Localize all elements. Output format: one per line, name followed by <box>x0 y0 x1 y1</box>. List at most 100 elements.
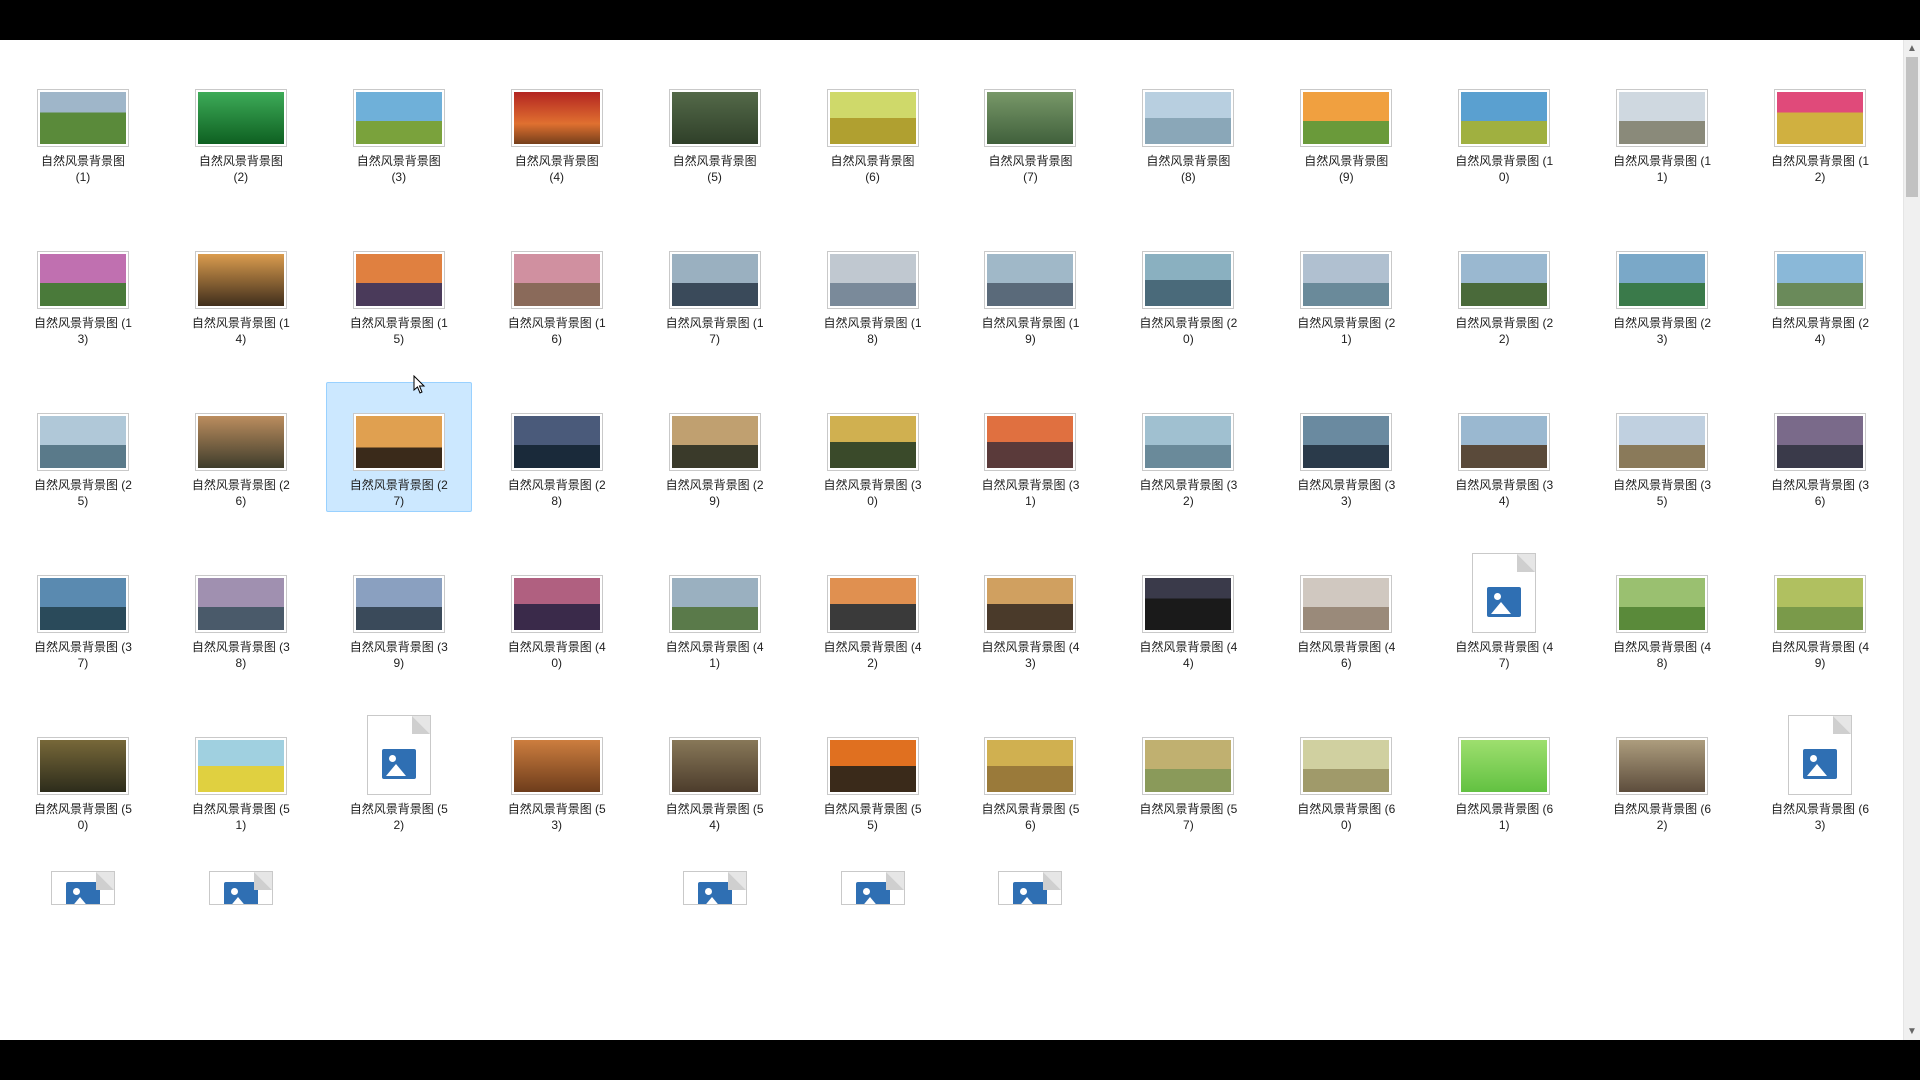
file-item[interactable]: 自然风景背景图 (23) <box>1589 220 1735 350</box>
file-label: 自然风景背景图 (39) <box>349 639 449 671</box>
file-item[interactable]: 自然风景背景图 (27) <box>326 382 472 512</box>
file-item[interactable]: 自然风景背景图 (26) <box>168 382 314 512</box>
file-item[interactable]: 自然风景背景图 (31) <box>958 382 1104 512</box>
thumbnail-image <box>37 575 129 633</box>
file-item[interactable]: 自然风景背景图 (55) <box>800 706 946 836</box>
thumbnail-image <box>984 89 1076 147</box>
file-item[interactable]: 自然风景背景图 (52) <box>326 706 472 836</box>
thumbnail-image <box>827 413 919 471</box>
vertical-scrollbar[interactable]: ▲ ▼ <box>1903 40 1920 1040</box>
file-item[interactable]: 自然风景背景图 (20) <box>1115 220 1261 350</box>
file-item[interactable]: 自然风景背景图 (39) <box>326 544 472 674</box>
file-item[interactable]: 自然风景背景图 (2) <box>168 58 314 188</box>
file-item[interactable]: 自然风景背景图 (7) <box>958 58 1104 188</box>
scrollbar-thumb[interactable] <box>1906 57 1918 197</box>
file-item[interactable]: 自然风景背景图 (44) <box>1115 544 1261 674</box>
file-item[interactable]: 自然风景背景图 (48) <box>1589 544 1735 674</box>
file-item[interactable]: 自然风景背景图 (12) <box>1747 58 1893 188</box>
file-label: 自然风景背景图 (44) <box>1138 639 1238 671</box>
file-item[interactable] <box>958 868 1104 908</box>
file-item[interactable]: 自然风景背景图 (18) <box>800 220 946 350</box>
file-item[interactable]: 自然风景背景图 (30) <box>800 382 946 512</box>
file-item[interactable]: 自然风景背景图 (43) <box>958 544 1104 674</box>
file-item[interactable]: 自然风景背景图 (60) <box>1273 706 1419 836</box>
file-explorer-viewport: 自然风景背景图 (1)自然风景背景图 (2)自然风景背景图 (3)自然风景背景图… <box>0 40 1920 1040</box>
thumbnail-image <box>1616 737 1708 795</box>
file-item[interactable]: 自然风景背景图 (32) <box>1115 382 1261 512</box>
file-item[interactable]: 自然风景背景图 (9) <box>1273 58 1419 188</box>
file-label: 自然风景背景图 (46) <box>1296 639 1396 671</box>
file-item[interactable]: 自然风景背景图 (50) <box>10 706 156 836</box>
file-item[interactable]: 自然风景背景图 (40) <box>484 544 630 674</box>
thumbnail-image <box>827 575 919 633</box>
thumbnail-image <box>1300 737 1392 795</box>
file-item[interactable]: 自然风景背景图 (21) <box>1273 220 1419 350</box>
thumbnail-image <box>1616 89 1708 147</box>
file-item[interactable]: 自然风景背景图 (25) <box>10 382 156 512</box>
file-item[interactable] <box>642 868 788 908</box>
thumbnail-image <box>827 251 919 309</box>
file-item[interactable]: 自然风景背景图 (4) <box>484 58 630 188</box>
file-item[interactable]: 自然风景背景图 (15) <box>326 220 472 350</box>
file-item[interactable]: 自然风景背景图 (49) <box>1747 544 1893 674</box>
file-item[interactable]: 自然风景背景图 (47) <box>1431 544 1577 674</box>
image-file-icon <box>51 871 115 905</box>
thumbnail-pane[interactable]: 自然风景背景图 (1)自然风景背景图 (2)自然风景背景图 (3)自然风景背景图… <box>0 40 1903 1040</box>
file-item[interactable]: 自然风景背景图 (46) <box>1273 544 1419 674</box>
thumbnail-image <box>1300 575 1392 633</box>
file-item[interactable]: 自然风景背景图 (63) <box>1747 706 1893 836</box>
file-label: 自然风景背景图 (57) <box>1138 801 1238 833</box>
file-item[interactable]: 自然风景背景图 (38) <box>168 544 314 674</box>
file-item[interactable]: 自然风景背景图 (5) <box>642 58 788 188</box>
file-item[interactable]: 自然风景背景图 (54) <box>642 706 788 836</box>
file-item[interactable]: 自然风景背景图 (6) <box>800 58 946 188</box>
file-label: 自然风景背景图 (10) <box>1454 153 1554 185</box>
scrollbar-track[interactable] <box>1904 57 1920 1023</box>
scroll-down-button[interactable]: ▼ <box>1904 1023 1920 1040</box>
file-item[interactable]: 自然风景背景图 (29) <box>642 382 788 512</box>
file-item[interactable]: 自然风景背景图 (1) <box>10 58 156 188</box>
file-item[interactable]: 自然风景背景图 (35) <box>1589 382 1735 512</box>
file-item[interactable]: 自然风景背景图 (24) <box>1747 220 1893 350</box>
file-item[interactable]: 自然风景背景图 (56) <box>958 706 1104 836</box>
file-item[interactable]: 自然风景背景图 (3) <box>326 58 472 188</box>
chevron-down-icon: ▼ <box>1907 1026 1917 1037</box>
file-item[interactable]: 自然风景背景图 (51) <box>168 706 314 836</box>
file-item[interactable]: 自然风景背景图 (28) <box>484 382 630 512</box>
file-item[interactable]: 自然风景背景图 (37) <box>10 544 156 674</box>
file-item[interactable]: 自然风景背景图 (34) <box>1431 382 1577 512</box>
picture-icon <box>698 882 732 905</box>
file-item[interactable]: 自然风景背景图 (10) <box>1431 58 1577 188</box>
file-item[interactable]: 自然风景背景图 (19) <box>958 220 1104 350</box>
file-item[interactable]: 自然风景背景图 (53) <box>484 706 630 836</box>
file-item[interactable]: 自然风景背景图 (8) <box>1115 58 1261 188</box>
file-item[interactable]: 自然风景背景图 (13) <box>10 220 156 350</box>
file-item[interactable]: 自然风景背景图 (22) <box>1431 220 1577 350</box>
thumbnail-image <box>669 575 761 633</box>
file-item[interactable]: 自然风景背景图 (41) <box>642 544 788 674</box>
file-item[interactable] <box>10 868 156 908</box>
file-item[interactable]: 自然风景背景图 (11) <box>1589 58 1735 188</box>
file-label: 自然风景背景图 (2) <box>191 153 291 185</box>
file-label: 自然风景背景图 (15) <box>349 315 449 347</box>
file-item[interactable]: 自然风景背景图 (36) <box>1747 382 1893 512</box>
file-item[interactable]: 自然风景背景图 (57) <box>1115 706 1261 836</box>
file-item[interactable] <box>168 868 314 908</box>
file-item[interactable]: 自然风景背景图 (33) <box>1273 382 1419 512</box>
file-label: 自然风景背景图 (41) <box>665 639 765 671</box>
file-item[interactable]: 自然风景背景图 (61) <box>1431 706 1577 836</box>
thumbnail-image <box>984 413 1076 471</box>
image-file-icon <box>998 871 1062 905</box>
file-item[interactable]: 自然风景背景图 (42) <box>800 544 946 674</box>
thumbnail-image <box>1300 251 1392 309</box>
file-item[interactable]: 自然风景背景图 (62) <box>1589 706 1735 836</box>
image-file-icon <box>367 715 431 795</box>
letterbox-bottom <box>0 1040 1920 1080</box>
scroll-up-button[interactable]: ▲ <box>1904 40 1920 57</box>
file-item[interactable] <box>800 868 946 908</box>
file-item[interactable]: 自然风景背景图 (16) <box>484 220 630 350</box>
file-label: 自然风景背景图 (13) <box>33 315 133 347</box>
file-item[interactable]: 自然风景背景图 (14) <box>168 220 314 350</box>
thumbnail-image <box>353 251 445 309</box>
file-item[interactable]: 自然风景背景图 (17) <box>642 220 788 350</box>
